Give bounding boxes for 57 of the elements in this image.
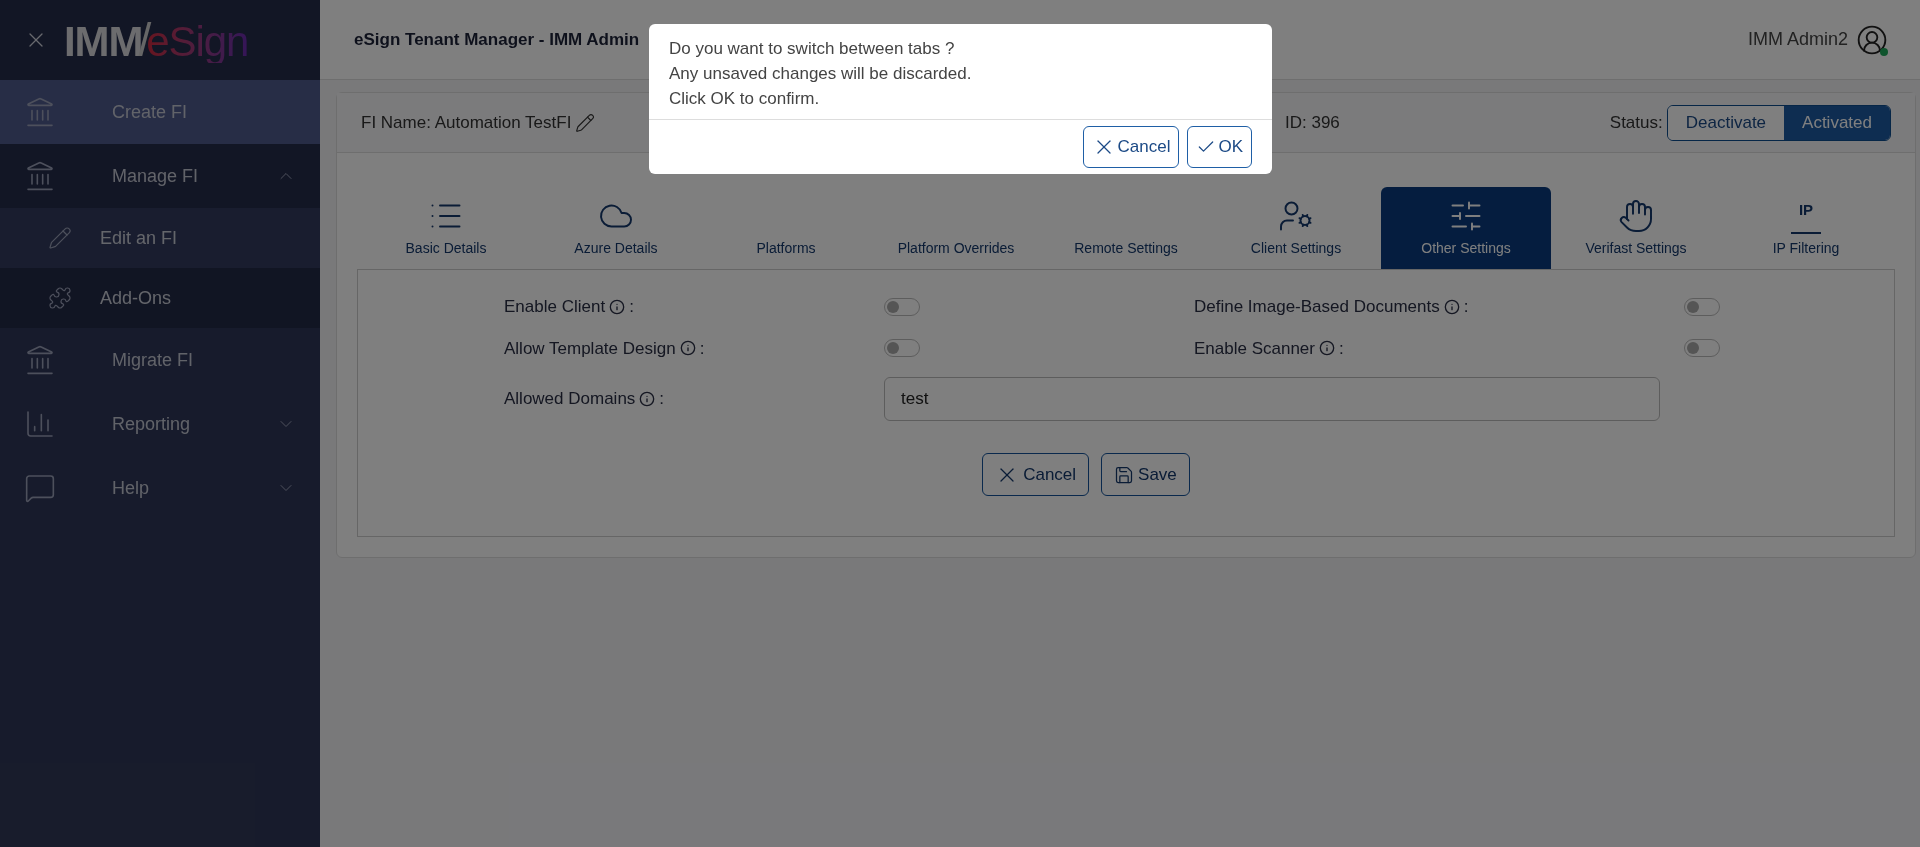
user-avatar[interactable] [1856,23,1888,56]
form-button[interactable]: Cancel [982,453,1090,496]
toggle-switch[interactable] [1684,297,1720,316]
tab[interactable]: Basic Details [361,187,531,269]
bank-icon [24,160,56,192]
tab[interactable]: IP IP Filtering [1721,187,1891,269]
form-button[interactable]: Save [1101,453,1190,496]
tab[interactable]: Client Settings [1211,187,1381,269]
colon: : [629,296,634,318]
info-icon [679,340,696,357]
dialog-message: Do you want to switch between tabs ? [669,38,956,60]
dialog-message: Click OK to confirm. [669,88,821,110]
tab[interactable]: Verifast Settings [1551,187,1721,269]
info-icon [639,391,656,407]
dialog-button[interactable]: OK [1187,126,1252,168]
info-icon [1443,298,1460,315]
pencil-icon[interactable] [575,112,596,133]
setting-label: Enable Scanner [1194,337,1315,360]
bar-chart-icon [24,408,56,440]
toggle-switch[interactable] [884,339,920,358]
toggle-switch[interactable] [1684,339,1720,358]
save-icon [1114,464,1135,485]
status-label: Status: [1609,111,1663,134]
puzzle-icon [48,286,72,310]
tab[interactable]: Platforms [701,187,871,269]
tab[interactable]: Remote Settings [1041,187,1211,269]
info-icon [609,298,626,315]
setting-label: Enable Client [504,296,606,318]
dialog-button[interactable]: Cancel [1082,126,1180,168]
colon: : [1463,296,1469,318]
bank-icon [24,96,56,128]
status-toggle[interactable]: Deactivate [1667,105,1785,140]
dialog-message: Any unsaved changes will be discarded. [669,63,973,85]
toggle-switch[interactable] [884,297,920,316]
pencil-icon [48,226,72,250]
submenu-item[interactable]: Add-Ons [0,268,320,328]
page-title: eSign Tenant Manager - IMM Admin [354,28,640,51]
tab[interactable]: Other Settings [1381,187,1551,269]
fi-name: FI Name: Automation TestFI [361,111,572,134]
setting-label: Allowed Domains [504,388,636,411]
user-name: IMM Admin2 [1747,28,1848,51]
setting-label: Define Image-Based Documents [1194,296,1440,318]
info-icon [1319,340,1335,357]
menu-item[interactable]: Create FI [0,80,320,144]
colon: : [659,388,665,411]
tab[interactable]: Platform Overrides [871,187,1041,269]
colon: : [1339,337,1344,360]
tab[interactable]: Azure Details [531,187,701,269]
setting-label: Allow Template Design [504,337,676,360]
domains-field[interactable]: test [884,377,1660,421]
status-toggle[interactable]: Activated [1784,105,1890,140]
menu-item[interactable]: Manage FI [0,144,320,208]
bank-icon [24,344,56,376]
fi-id: ID: 396 [1285,111,1340,134]
colon: : [699,337,705,360]
hand-icon [1618,197,1654,234]
help-icon [24,472,56,504]
